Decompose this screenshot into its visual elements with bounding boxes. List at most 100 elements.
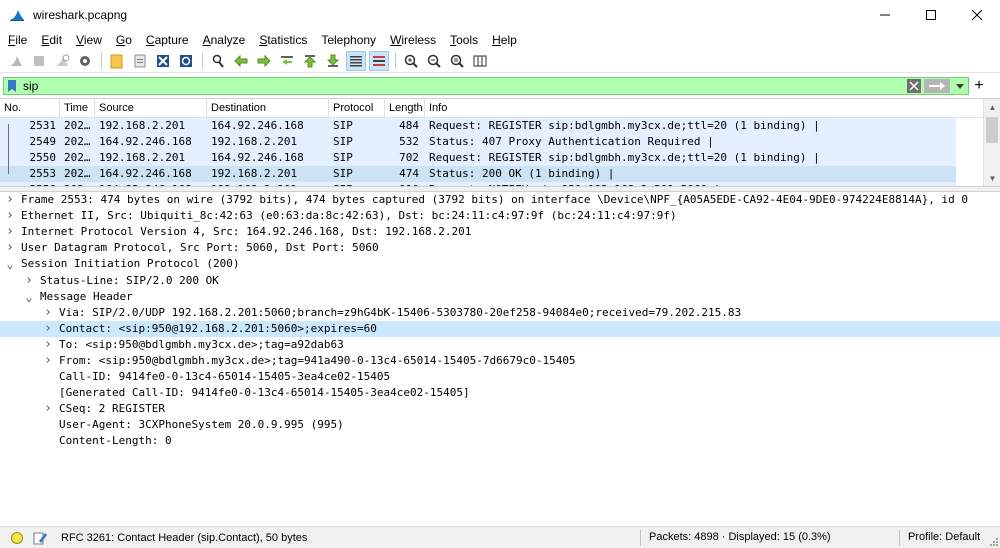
detail-tree-item[interactable]: ⌄ Session Initiation Protocol (200)	[0, 256, 1000, 272]
menu-analyze[interactable]: Analyze	[196, 30, 253, 50]
go-back-button[interactable]	[231, 51, 251, 71]
display-filter-bar	[3, 77, 969, 95]
detail-tree-item[interactable]: Content-Length: 0	[0, 433, 1000, 449]
resize-columns-button[interactable]	[470, 51, 490, 71]
packet-row[interactable]: 2553 202… 164.92.246.168 192.168.2.201 SIP 47…	[0, 166, 956, 182]
detail-tree-item[interactable]: › User Datagram Protocol, Src Port: 5060,…	[0, 240, 1000, 256]
chevron-right-icon[interactable]: ›	[42, 337, 54, 353]
packet-cell-dst: 192.168.2.201	[211, 167, 298, 180]
detail-tree-item[interactable]: › Contact: <sip:950@192.168.2.201:5060>;e…	[0, 320, 1000, 337]
column-header-length[interactable]: Length	[385, 99, 425, 118]
close-file-button[interactable]	[153, 51, 173, 71]
chevron-right-icon[interactable]: ›	[42, 401, 54, 417]
last-packet-button[interactable]	[323, 51, 343, 71]
chevron-right-icon[interactable]: ›	[42, 353, 54, 369]
minimize-button[interactable]	[862, 0, 908, 30]
add-filter-button-icon[interactable]: +	[972, 77, 986, 95]
packet-cell-no: 2549	[29, 135, 57, 148]
restart-capture-button[interactable]	[52, 51, 72, 71]
packet-row[interactable]: 2550 202… 192.168.2.201 164.92.246.168 SIP 70…	[0, 150, 956, 166]
filter-bookmark-button[interactable]	[5, 78, 19, 94]
packet-list: No. Time Source Destination Protocol Len…	[0, 98, 1000, 186]
detail-text: CSeq: 2 REGISTER	[59, 402, 165, 416]
detail-tree-item[interactable]: › Frame 2553: 474 bytes on wire (3792 bit…	[0, 192, 1000, 208]
column-header-no[interactable]: No.	[0, 99, 60, 118]
menu-view[interactable]: View	[69, 30, 109, 50]
column-header-protocol[interactable]: Protocol	[329, 99, 385, 118]
detail-tree-item[interactable]: › From: <sip:950@bdlgmbh.my3cx.de>;tag=94…	[0, 353, 1000, 369]
menu-file[interactable]: File	[1, 30, 34, 50]
start-capture-button[interactable]	[6, 51, 26, 71]
stop-capture-button[interactable]	[29, 51, 49, 71]
chevron-right-icon[interactable]: ›	[4, 208, 16, 224]
menu-tools[interactable]: Tools	[443, 30, 485, 50]
zoom-out-icon	[427, 54, 441, 68]
go-forward-button[interactable]	[254, 51, 274, 71]
menu-help[interactable]: Help	[485, 30, 524, 50]
detail-tree-item[interactable]: › Via: SIP/2.0/UDP 192.168.2.201:5060;bra…	[0, 305, 1000, 321]
maximize-button[interactable]	[908, 0, 954, 30]
detail-text: Content-Length: 0	[59, 434, 172, 448]
find-packet-button[interactable]	[208, 51, 228, 71]
column-header-destination[interactable]: Destination	[207, 99, 329, 118]
menu-capture[interactable]: Capture	[139, 30, 196, 50]
detail-tree-item[interactable]: Call-ID: 9414fe0-0-13c4-65014-15405-3ea4…	[0, 369, 1000, 385]
menu-edit[interactable]: Edit	[34, 30, 69, 50]
menu-wireless[interactable]: Wireless	[383, 30, 443, 50]
wireshark-fin-icon	[10, 10, 24, 21]
open-file-button[interactable]	[107, 51, 127, 71]
detail-tree-item[interactable]: › CSeq: 2 REGISTER	[0, 401, 1000, 417]
chevron-down-icon[interactable]: ⌄	[23, 289, 35, 305]
detail-text: Ethernet II, Src: Ubiquiti_8c:42:63 (e0:…	[21, 209, 677, 223]
filter-history-dropdown[interactable]	[954, 79, 966, 93]
menu-telephony[interactable]: Telephony	[314, 30, 383, 50]
detail-tree-item[interactable]: › Internet Protocol Version 4, Src: 164.9…	[0, 224, 1000, 240]
expert-info-led-icon[interactable]	[11, 531, 23, 544]
detail-tree-item[interactable]: › Ethernet II, Src: Ubiquiti_8c:42:63 (e0…	[0, 208, 1000, 224]
close-button[interactable]	[954, 0, 1000, 30]
chevron-right-icon[interactable]: ›	[42, 321, 54, 337]
packet-row[interactable]: 2531 202… 192.168.2.201 164.92.246.168 SIP 48…	[0, 118, 956, 134]
detail-tree-item[interactable]: ⌄ Message Header	[0, 289, 1000, 305]
detail-tree-item[interactable]: [Generated Call-ID: 9414fe0-0-13c4-65014…	[0, 385, 1000, 401]
go-to-packet-button[interactable]	[277, 51, 297, 71]
capture-options-button[interactable]	[75, 51, 95, 71]
chevron-right-icon[interactable]: ›	[23, 273, 35, 289]
zoom-out-button[interactable]	[424, 51, 444, 71]
save-file-button[interactable]	[130, 51, 150, 71]
colorize-button[interactable]	[369, 51, 389, 71]
resize-grip-icon[interactable]	[988, 536, 998, 546]
column-header-info[interactable]: Info	[425, 99, 983, 118]
chevron-right-icon[interactable]: ›	[4, 240, 16, 256]
detail-tree-item[interactable]: › To: <sip:950@bdlgmbh.my3cx.de>;tag=a92d…	[0, 337, 1000, 353]
normal-size-button[interactable]	[447, 51, 467, 71]
clear-filter-button[interactable]	[907, 79, 921, 93]
column-header-time[interactable]: Time	[60, 99, 95, 118]
menu-statistics[interactable]: Statistics	[252, 30, 314, 50]
display-filter-input[interactable]	[19, 78, 907, 94]
packet-cell-time: 202…	[64, 151, 91, 164]
chevron-right-icon[interactable]: ›	[4, 224, 16, 240]
zoom-reset-icon	[450, 54, 464, 68]
scroll-up-icon[interactable]: ▲	[984, 99, 1000, 116]
scroll-down-icon[interactable]: ▼	[984, 170, 1000, 186]
first-packet-button[interactable]	[300, 51, 320, 71]
arrow-right-icon	[257, 54, 271, 68]
column-header-source[interactable]: Source	[95, 99, 207, 118]
reload-file-button[interactable]	[176, 51, 196, 71]
menu-go[interactable]: Go	[109, 30, 139, 50]
chevron-right-icon[interactable]: ›	[4, 192, 16, 208]
scroll-thumb[interactable]	[986, 117, 998, 143]
zoom-in-button[interactable]	[401, 51, 421, 71]
autoscroll-button[interactable]	[346, 51, 366, 71]
detail-tree-item[interactable]: › Status-Line: SIP/2.0 200 OK	[0, 272, 1000, 288]
packet-list-scrollbar[interactable]: ▲ ▼	[983, 99, 1000, 186]
detail-text: Status-Line: SIP/2.0 200 OK	[40, 273, 219, 287]
status-profile[interactable]: Profile: Default	[908, 531, 980, 543]
apply-filter-button[interactable]	[924, 79, 950, 93]
chevron-down-icon[interactable]: ⌄	[4, 256, 16, 272]
packet-row[interactable]: 2549 202… 164.92.246.168 192.168.2.201 SIP 53…	[0, 134, 956, 150]
detail-tree-item[interactable]: User-Agent: 3CXPhoneSystem 20.0.9.995 (9…	[0, 417, 1000, 433]
capture-comment-button[interactable]	[32, 530, 48, 546]
chevron-right-icon[interactable]: ›	[42, 305, 54, 321]
